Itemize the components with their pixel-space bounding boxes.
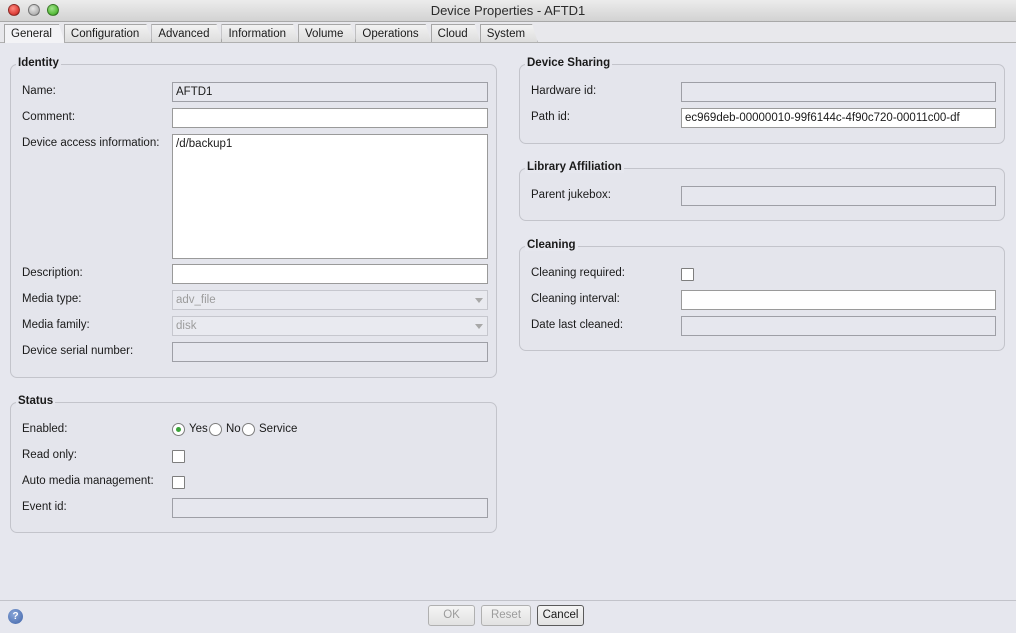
library-affiliation-legend: Library Affiliation: [525, 161, 624, 173]
cleaning-required-checkbox[interactable]: [681, 268, 694, 281]
cleaning-interval-label: Cleaning interval:: [531, 293, 620, 305]
identity-group: Identity Name: AFTD1 Comment: Device acc…: [10, 57, 497, 378]
tab-volume[interactable]: Volume: [298, 24, 356, 43]
serial-field: [172, 342, 488, 362]
event-id-label: Event id:: [22, 501, 67, 513]
cleaning-group: Cleaning Cleaning required: Cleaning int…: [519, 239, 1005, 351]
window-title: Device Properties - AFTD1: [430, 3, 586, 18]
tab-operations[interactable]: Operations: [355, 24, 431, 43]
path-id-label: Path id:: [531, 111, 570, 123]
parent-jukebox-field: [681, 186, 996, 206]
enabled-no-label: No: [226, 423, 241, 435]
name-field: AFTD1: [172, 82, 488, 102]
media-family-select: disk: [172, 316, 488, 336]
read-only-checkbox[interactable]: [172, 450, 185, 463]
enabled-no-radio[interactable]: [209, 423, 222, 436]
enabled-yes-radio[interactable]: [172, 423, 185, 436]
description-label: Description:: [22, 267, 83, 279]
chevron-down-icon: [475, 298, 483, 303]
status-group: Status Enabled: Yes No Service Read only…: [10, 395, 497, 533]
tab-configuration[interactable]: Configuration: [64, 24, 152, 43]
comment-label: Comment:: [22, 111, 76, 123]
cleaning-required-label: Cleaning required:: [531, 267, 625, 279]
parent-jukebox-label: Parent jukebox:: [531, 189, 611, 201]
tab-information[interactable]: Information: [221, 24, 299, 43]
read-only-label: Read only:: [22, 449, 77, 461]
media-type-select: adv_file: [172, 290, 488, 310]
tab-general[interactable]: General: [4, 24, 65, 43]
enabled-service-radio[interactable]: [242, 423, 255, 436]
cancel-button[interactable]: Cancel: [537, 605, 584, 626]
media-type-label: Media type:: [22, 293, 82, 305]
hardware-id-label: Hardware id:: [531, 85, 597, 97]
description-field[interactable]: [172, 264, 488, 284]
tab-advanced[interactable]: Advanced: [151, 24, 222, 43]
tab-bar: General Configuration Advanced Informati…: [4, 24, 537, 43]
date-last-cleaned-field: [681, 316, 996, 336]
device-sharing-legend: Device Sharing: [525, 57, 613, 69]
dialog-footer: ? OK Reset Cancel: [0, 600, 1016, 633]
hardware-id-field: [681, 82, 996, 102]
chevron-down-icon: [475, 324, 483, 329]
serial-label: Device serial number:: [22, 345, 134, 357]
tab-system[interactable]: System: [480, 24, 538, 43]
enabled-yes-label: Yes: [189, 423, 208, 435]
help-icon[interactable]: ?: [8, 609, 23, 624]
cleaning-legend: Cleaning: [525, 239, 578, 251]
date-last-cleaned-label: Date last cleaned:: [531, 319, 624, 331]
title-bar: Device Properties - AFTD1: [0, 0, 1016, 22]
auto-media-label: Auto media management:: [22, 475, 154, 487]
reset-button[interactable]: Reset: [481, 605, 531, 626]
ok-button[interactable]: OK: [428, 605, 475, 626]
media-family-value: disk: [176, 320, 197, 332]
name-label: Name:: [22, 85, 56, 97]
device-sharing-group: Device Sharing Hardware id: Path id: ec9…: [519, 57, 1005, 144]
enabled-service-label: Service: [259, 423, 298, 435]
comment-field[interactable]: [172, 108, 488, 128]
path-id-field[interactable]: ec969deb-00000010-99f6144c-4f90c720-0001…: [681, 108, 996, 128]
auto-media-checkbox[interactable]: [172, 476, 185, 489]
library-affiliation-group: Library Affiliation Parent jukebox:: [519, 161, 1005, 221]
media-family-label: Media family:: [22, 319, 90, 331]
access-textarea[interactable]: /d/backup1: [172, 134, 488, 259]
enabled-label: Enabled:: [22, 423, 68, 435]
event-id-field: [172, 498, 488, 518]
tab-cloud[interactable]: Cloud: [431, 24, 481, 43]
identity-legend: Identity: [16, 57, 61, 69]
access-label: Device access information:: [22, 137, 160, 149]
status-legend: Status: [16, 395, 56, 407]
general-panel: Identity Name: AFTD1 Comment: Device acc…: [0, 43, 1016, 600]
media-type-value: adv_file: [176, 294, 216, 306]
cleaning-interval-field[interactable]: [681, 290, 996, 310]
